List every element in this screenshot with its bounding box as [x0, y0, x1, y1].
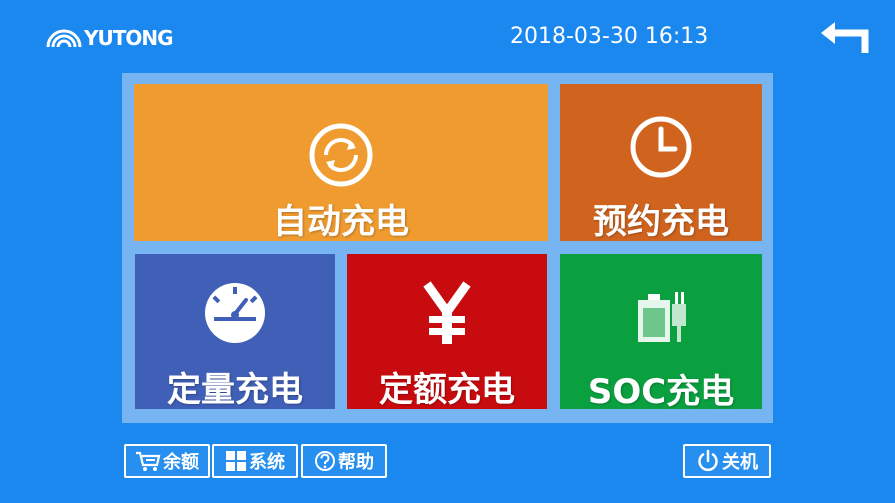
- power-off-button[interactable]: 关机: [683, 444, 771, 478]
- amount-charge-tile[interactable]: 定额充电: [347, 254, 547, 410]
- yutong-logo-icon: [46, 29, 82, 48]
- auto-charge-tile[interactable]: 自动充电: [134, 84, 548, 242]
- power-icon: [698, 449, 718, 472]
- return-arrow-icon: [821, 22, 869, 53]
- back-button[interactable]: [815, 16, 875, 60]
- logo-text: YUTONG: [84, 26, 174, 50]
- scheduled-charge-tile[interactable]: 预约充电: [560, 84, 762, 242]
- refresh-icon: [309, 123, 373, 187]
- gauge-icon: [205, 283, 265, 343]
- question-icon: [315, 451, 335, 471]
- quantity-charge-tile[interactable]: 定量充电: [135, 254, 335, 410]
- balance-button[interactable]: 余额: [124, 444, 210, 478]
- system-label: 系统: [249, 452, 285, 473]
- grid-icon: [226, 451, 246, 471]
- cart-icon: [136, 451, 161, 471]
- balance-label: 余额: [163, 452, 199, 473]
- soc-charge-tile[interactable]: SOC充电: [560, 254, 762, 412]
- auto-charge-label: 自动充电: [273, 202, 409, 242]
- yen-icon: [423, 281, 471, 344]
- yutong-logo: YUTONG: [46, 26, 174, 50]
- soc-charge-label: SOC充电: [587, 372, 735, 412]
- help-label: 帮助: [338, 452, 374, 473]
- amount-charge-label: 定额充电: [379, 370, 515, 410]
- power-off-label: 关机: [722, 452, 758, 473]
- help-button[interactable]: 帮助: [301, 444, 387, 478]
- system-button[interactable]: 系统: [212, 444, 298, 478]
- scheduled-charge-label: 预约充电: [593, 202, 729, 242]
- datetime-display: 2018-03-30 16:13: [510, 24, 709, 49]
- battery-plug-icon: [638, 292, 686, 342]
- quantity-charge-label: 定量充电: [167, 370, 303, 410]
- clock-icon: [630, 116, 692, 178]
